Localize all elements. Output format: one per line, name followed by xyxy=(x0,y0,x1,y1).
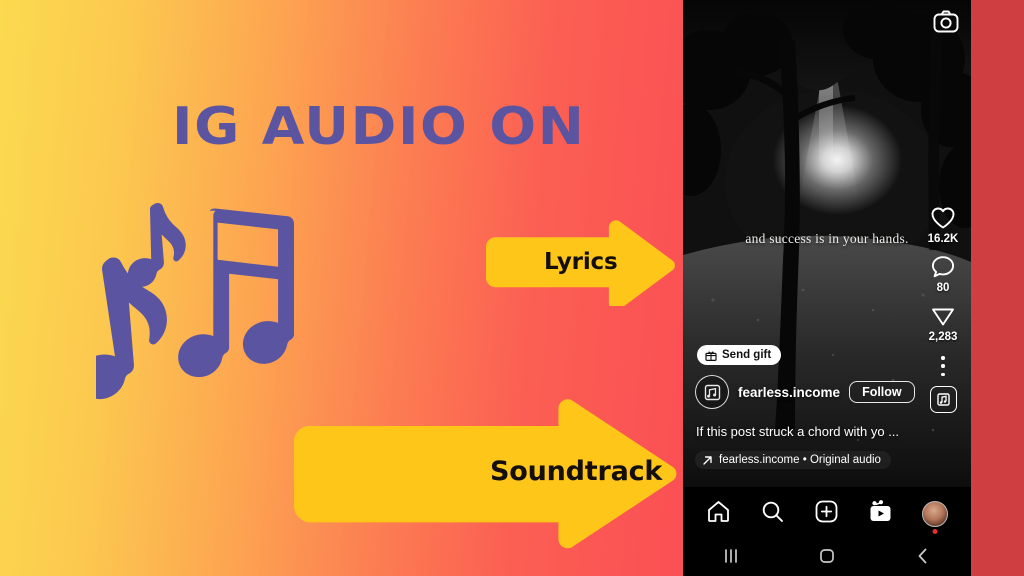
phone-screenshot: and success is in your hands. 16.2K 80 2… xyxy=(683,0,971,576)
heart-icon xyxy=(931,207,955,229)
annotation-label-lyrics: Lyrics xyxy=(544,249,618,275)
like-button[interactable]: 16.2K xyxy=(927,205,959,245)
reel-caption[interactable]: If this post struck a chord with yo ... xyxy=(696,424,899,439)
android-system-nav xyxy=(683,541,971,576)
back-button[interactable] xyxy=(912,545,934,572)
nav-create-button[interactable] xyxy=(814,499,839,529)
more-dots-icon[interactable] xyxy=(941,356,945,376)
home-square-icon xyxy=(820,549,834,563)
gift-icon xyxy=(705,351,717,361)
audio-attribution-label: fearless.income • Original audio xyxy=(719,454,881,466)
page-title: IG AUDIO ON xyxy=(172,97,586,157)
share-count: 2,283 xyxy=(928,331,958,343)
nav-home-button[interactable] xyxy=(706,499,731,529)
reels-icon xyxy=(870,500,891,521)
action-rail: 16.2K 80 2,283 xyxy=(917,205,969,413)
nav-reels-button[interactable] xyxy=(868,499,893,529)
home-icon xyxy=(707,501,729,522)
comment-button[interactable]: 80 xyxy=(930,254,956,294)
nav-profile-button[interactable] xyxy=(922,501,949,527)
plus-square-icon xyxy=(815,500,838,523)
author-username[interactable]: fearless.income xyxy=(738,385,840,400)
annotation-arrow-lyrics: Lyrics xyxy=(484,218,684,311)
search-icon xyxy=(762,501,783,522)
comment-icon xyxy=(931,256,955,278)
recents-icon xyxy=(725,549,737,563)
back-chevron-icon xyxy=(918,548,927,564)
slide-canvas: IG AUDIO ON Lyrics Soundtrack and succes… xyxy=(0,0,1024,576)
comment-count: 80 xyxy=(936,282,950,294)
nav-search-button[interactable] xyxy=(760,499,785,529)
system-home-button[interactable] xyxy=(816,545,838,572)
reel-author-row: fearless.income Follow xyxy=(695,375,915,409)
send-icon xyxy=(932,308,954,326)
avatar[interactable] xyxy=(695,375,729,409)
recents-button[interactable] xyxy=(720,545,742,572)
send-gift-button[interactable]: Send gift xyxy=(697,345,782,365)
music-notes-icon xyxy=(77,188,311,410)
share-button[interactable]: 2,283 xyxy=(928,303,958,343)
audio-cover-icon[interactable] xyxy=(929,386,957,413)
send-gift-label: Send gift xyxy=(722,349,772,361)
audio-attribution[interactable]: fearless.income • Original audio xyxy=(695,451,891,469)
instagram-bottom-nav xyxy=(683,487,971,541)
like-count: 16.2K xyxy=(927,233,959,245)
camera-icon[interactable] xyxy=(932,8,960,36)
annotation-arrow-soundtrack: Soundtrack xyxy=(290,395,690,550)
diagonal-arrow-icon xyxy=(703,455,712,465)
reel-photo: and success is in your hands. 16.2K 80 2… xyxy=(683,0,971,487)
follow-button[interactable]: Follow xyxy=(849,381,915,403)
annotation-label-soundtrack: Soundtrack xyxy=(490,456,663,487)
